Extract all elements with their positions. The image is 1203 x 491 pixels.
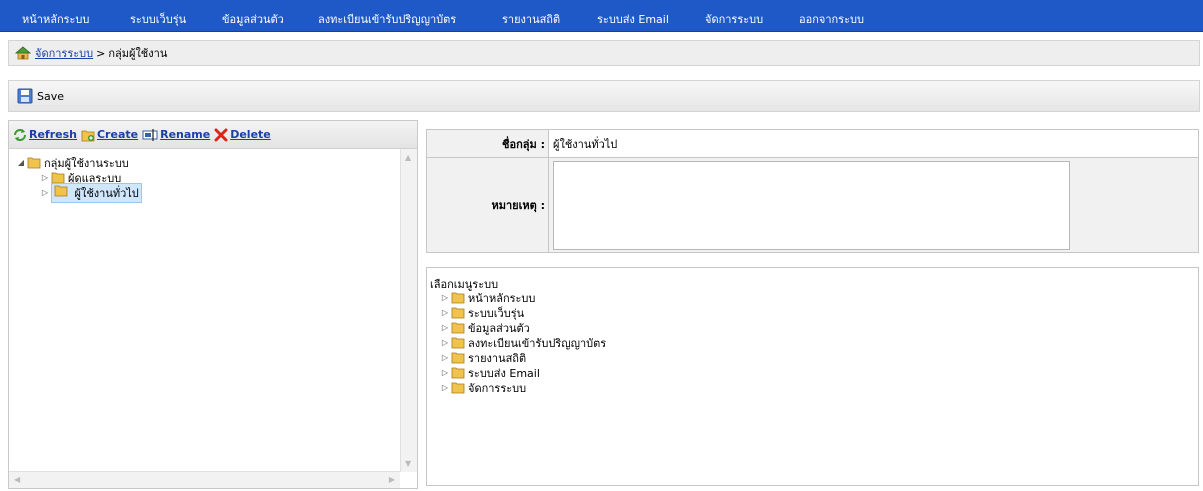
selected-node-highlight[interactable]: ผู้ใช้งานทั่วไป — [51, 182, 142, 203]
group-form: ชื่อกลุ่ม : ผู้ใช้งานทั่วไป หมายเหตุ : — [426, 129, 1199, 253]
rename-label: Rename — [160, 128, 211, 141]
tree-node-selected[interactable]: ▷ ผู้ใช้งานทั่วไป — [15, 182, 142, 203]
home-icon — [15, 46, 31, 60]
delete-button[interactable]: Delete — [214, 128, 271, 142]
tree-actions-bar: Refresh Create Rename Delete — [9, 121, 417, 149]
toolbar: Save — [8, 80, 1200, 112]
menu-select-panel: เลือกเมนูระบบ ▷ หน้าหลักระบบ ▷ ระบบเว็บร… — [426, 267, 1199, 486]
folder-icon — [451, 382, 465, 394]
expand-toggle-icon[interactable]: ▷ — [439, 293, 451, 302]
expand-toggle-icon[interactable]: ▷ — [439, 368, 451, 377]
remark-textarea[interactable] — [553, 161, 1070, 250]
folder-icon — [451, 367, 465, 379]
folder-icon — [451, 352, 465, 364]
save-icon — [17, 88, 33, 104]
breadcrumb-link-admin[interactable]: จัดการระบบ — [35, 44, 93, 62]
nav-item-alumni[interactable]: ระบบเว็บรุ่น — [130, 10, 186, 28]
expand-toggle-icon[interactable]: ▷ — [439, 383, 451, 392]
menu-tree: ▷ หน้าหลักระบบ ▷ ระบบเว็บรุ่น ▷ ข้อมูลส่… — [439, 290, 606, 395]
group-tree-panel: Refresh Create Rename Delete ◢ กลุ่มผู้ใ… — [8, 120, 418, 489]
folder-icon — [451, 322, 465, 334]
top-nav-bar: หน้าหลักระบบ ระบบเว็บรุ่น ข้อมูลส่วนตัว … — [0, 0, 1203, 32]
nav-item-statistics[interactable]: รายงานสถิติ — [502, 10, 560, 28]
menu-tree-item[interactable]: ▷ จัดการระบบ — [439, 380, 606, 395]
refresh-button[interactable]: Refresh — [13, 128, 77, 142]
create-icon — [81, 130, 95, 141]
group-name-row: ชื่อกลุ่ม : ผู้ใช้งานทั่วไป — [427, 130, 1198, 158]
save-button-label: Save — [37, 89, 65, 103]
nav-item-email[interactable]: ระบบส่ง Email — [597, 10, 669, 28]
breadcrumb: จัดการระบบ > กลุ่มผู้ใช้งาน — [8, 40, 1200, 66]
folder-icon — [451, 292, 465, 304]
refresh-label: Refresh — [29, 128, 77, 141]
expand-toggle-icon[interactable]: ▷ — [439, 353, 451, 362]
scroll-down-icon[interactable]: ▼ — [405, 459, 411, 468]
vertical-scrollbar[interactable]: ▲ ▼ — [400, 149, 417, 472]
scroll-right-icon[interactable]: ▶ — [389, 475, 395, 484]
folder-icon — [451, 307, 465, 319]
delete-icon — [214, 128, 228, 141]
save-button[interactable]: Save — [13, 86, 68, 106]
expand-toggle-icon[interactable]: ▷ — [439, 308, 451, 317]
nav-item-logout[interactable]: ออกจากระบบ — [799, 10, 864, 28]
nav-item-graduation-registration[interactable]: ลงทะเบียนเข้ารับปริญญาบัตร — [318, 10, 456, 28]
remark-row: หมายเหตุ : — [427, 158, 1198, 252]
folder-icon — [451, 337, 465, 349]
nav-item-admin[interactable]: จัดการระบบ — [705, 10, 763, 28]
group-name-value: ผู้ใช้งานทั่วไป — [549, 130, 1198, 157]
breadcrumb-separator: > — [96, 46, 106, 60]
expand-toggle-icon[interactable]: ▷ — [439, 338, 451, 347]
nav-item-home[interactable]: หน้าหลักระบบ — [22, 10, 89, 28]
menu-tree-item-label: จัดการระบบ — [468, 381, 527, 395]
collapse-toggle-icon[interactable]: ◢ — [15, 158, 27, 167]
create-button[interactable]: Create — [81, 128, 138, 142]
expand-toggle-icon[interactable]: ▷ — [39, 188, 51, 197]
tree-node-label: ผู้ใช้งานทั่วไป — [74, 186, 139, 200]
scroll-left-icon[interactable]: ◀ — [14, 475, 20, 484]
breadcrumb-current: กลุ่มผู้ใช้งาน — [108, 47, 168, 60]
remark-cell — [549, 158, 1198, 252]
rename-button[interactable]: Rename — [142, 128, 210, 142]
refresh-icon — [14, 128, 26, 141]
expand-toggle-icon[interactable]: ▷ — [39, 173, 51, 182]
delete-label: Delete — [230, 128, 271, 141]
horizontal-scrollbar[interactable]: ◀ ▶ — [9, 471, 400, 488]
scroll-up-icon[interactable]: ▲ — [405, 153, 411, 162]
nav-item-profile[interactable]: ข้อมูลส่วนตัว — [222, 10, 284, 28]
remark-label: หมายเหตุ : — [427, 158, 549, 252]
folder-icon — [54, 185, 68, 196]
group-name-label: ชื่อกลุ่ม : — [427, 130, 549, 157]
create-label: Create — [96, 128, 139, 141]
rename-icon — [142, 128, 158, 141]
group-tree: ◢ กลุ่มผู้ใช้งานระบบ ▷ ผู้ดูแลระบบ ▷ ผู้… — [15, 155, 142, 203]
folder-icon — [27, 157, 41, 169]
expand-toggle-icon[interactable]: ▷ — [439, 323, 451, 332]
